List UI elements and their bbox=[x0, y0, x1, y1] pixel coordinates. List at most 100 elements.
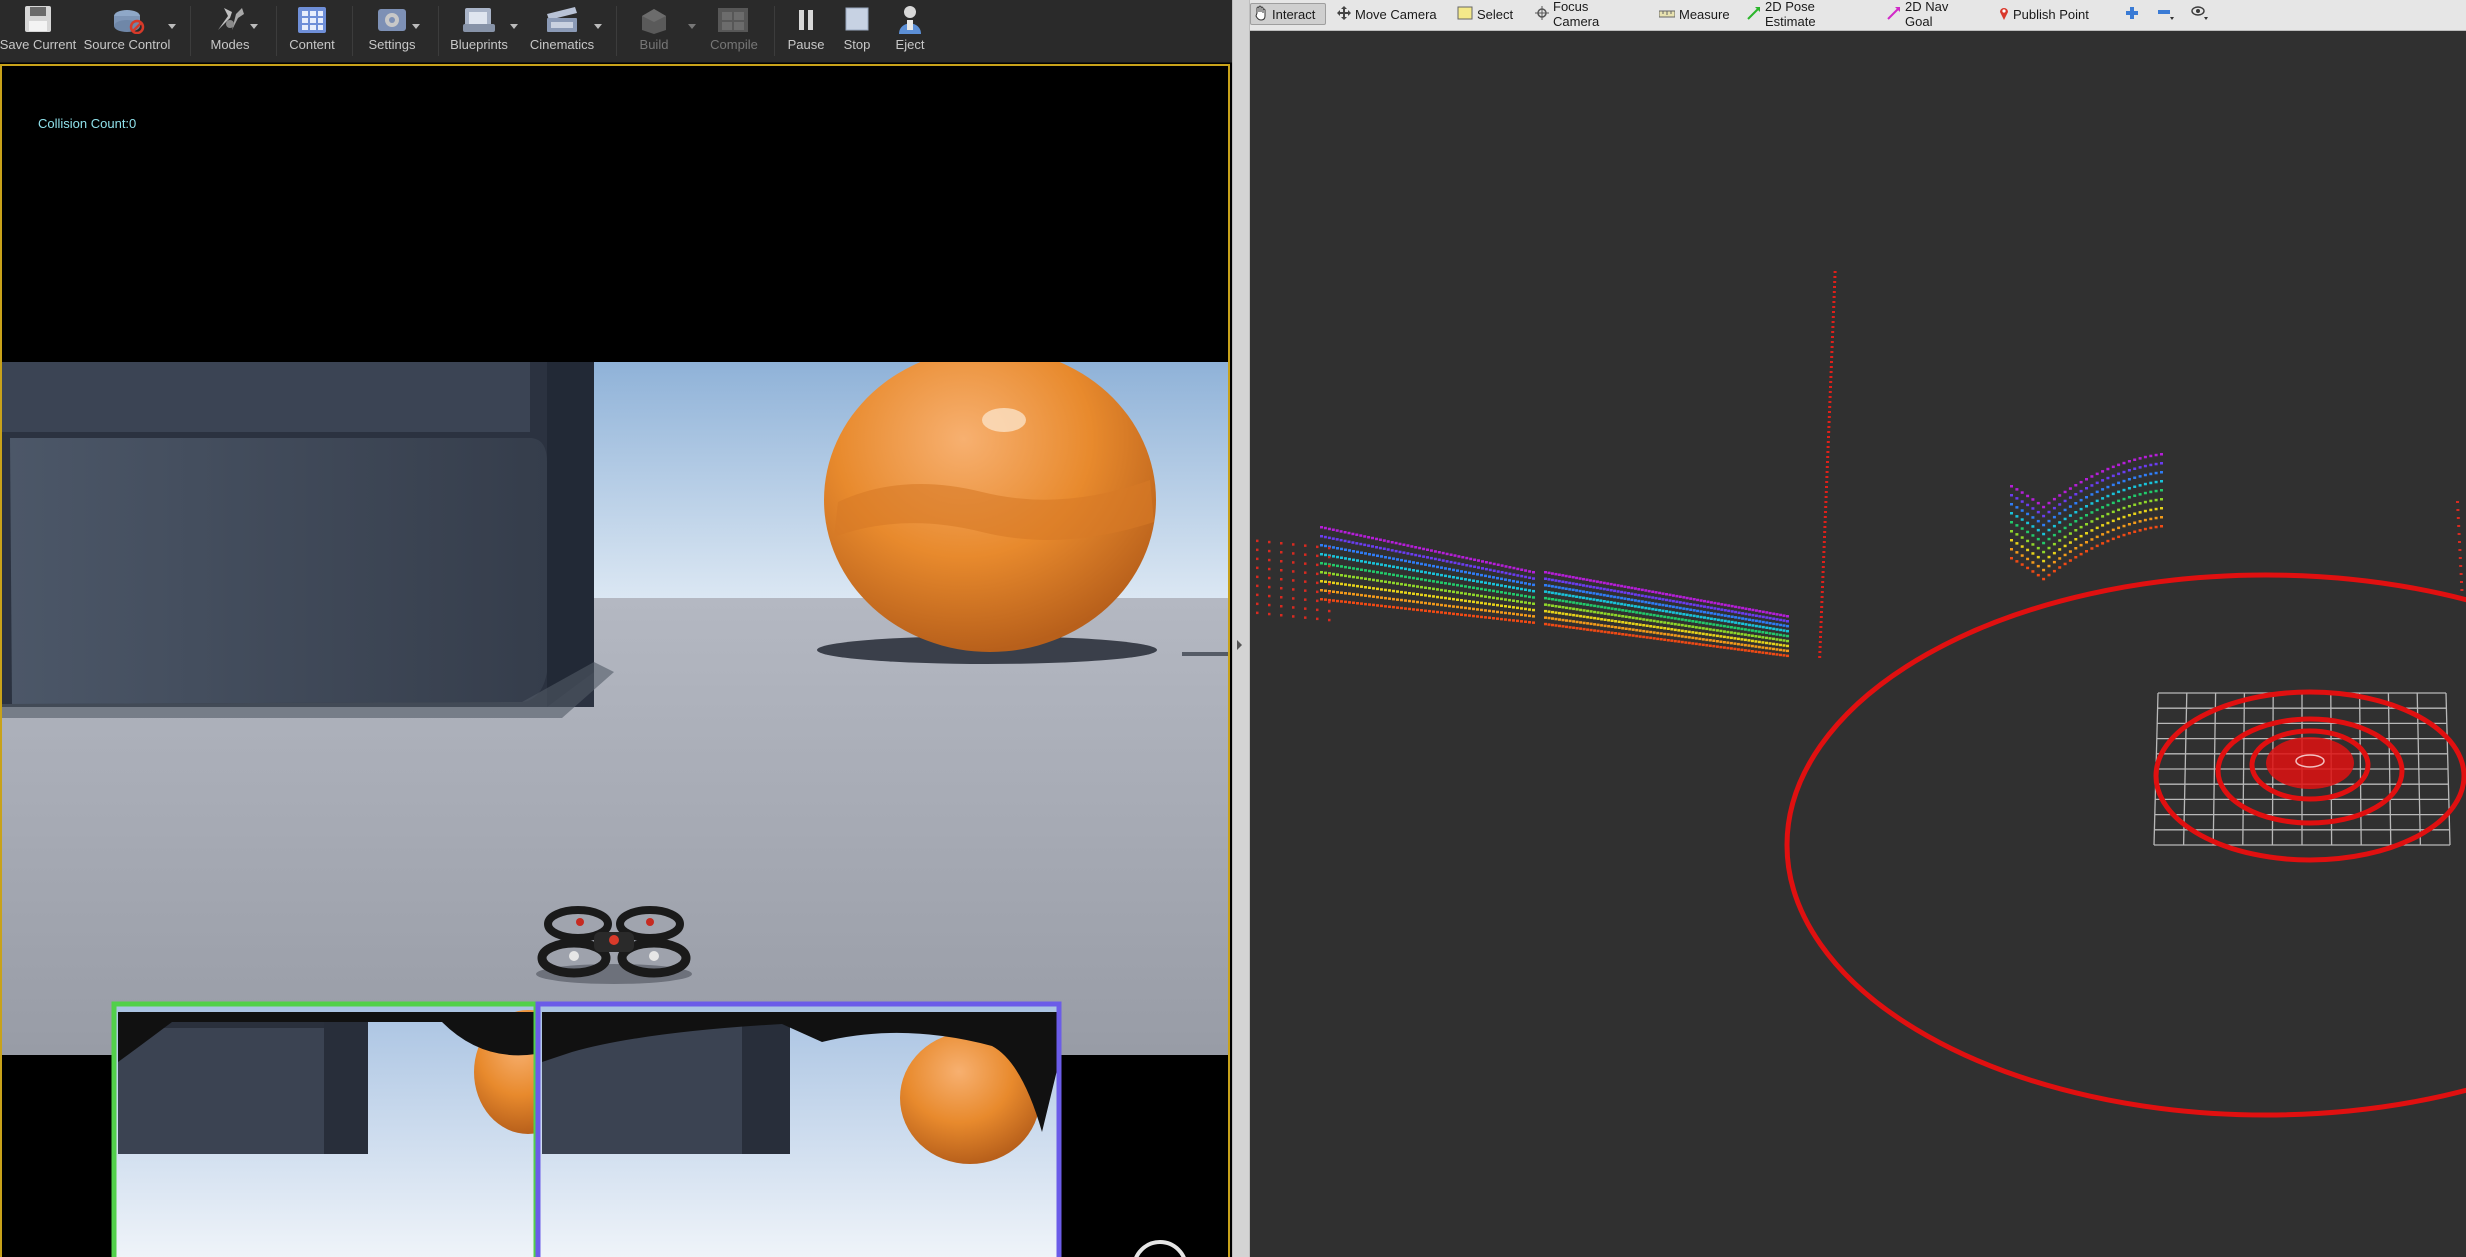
measure-tool[interactable]: Measure bbox=[1656, 3, 1732, 25]
point-cloud-point bbox=[1596, 605, 1600, 608]
point-cloud-point bbox=[1640, 600, 1644, 603]
build-dropdown-icon[interactable] bbox=[688, 24, 696, 29]
point-cloud-point bbox=[1668, 599, 1672, 602]
point-cloud-point bbox=[1658, 591, 1662, 595]
point-cloud-point bbox=[1675, 600, 1679, 603]
point-cloud-point bbox=[1708, 639, 1712, 642]
content-button[interactable]: Content bbox=[284, 0, 340, 62]
nav-goal-tool[interactable]: 2D Nav Goal bbox=[1884, 0, 1980, 29]
point-cloud-point bbox=[1280, 569, 1283, 572]
point-cloud-point bbox=[1723, 619, 1727, 623]
point-cloud-point bbox=[2111, 501, 2115, 505]
point-cloud-point bbox=[1620, 584, 1624, 588]
save-current-button[interactable]: Save Current bbox=[0, 0, 76, 62]
point-cloud-point bbox=[1404, 575, 1407, 579]
modes-button[interactable]: Modes bbox=[200, 0, 260, 62]
interact-tool[interactable]: Interact bbox=[1250, 3, 1326, 25]
point-cloud-point bbox=[1645, 636, 1649, 639]
point-cloud-point bbox=[1550, 578, 1554, 582]
point-cloud-point bbox=[1782, 619, 1786, 622]
point-cloud-point bbox=[1496, 597, 1499, 600]
blueprints-button[interactable]: Blueprints bbox=[446, 0, 512, 62]
modes-dropdown-icon[interactable] bbox=[250, 24, 258, 29]
point-cloud-point bbox=[1613, 583, 1617, 587]
point-cloud-point bbox=[1616, 602, 1620, 605]
save-icon bbox=[25, 6, 51, 32]
point-cloud-point bbox=[1754, 619, 1758, 623]
point-cloud-point bbox=[1610, 625, 1614, 628]
point-cloud-point bbox=[1733, 637, 1737, 640]
point-cloud-point bbox=[1500, 577, 1503, 581]
game-viewport[interactable]: Collision Count:0 bbox=[0, 64, 1230, 1257]
blueprints-dropdown-icon[interactable] bbox=[510, 24, 518, 29]
point-cloud-point bbox=[1268, 603, 1271, 607]
point-cloud-point bbox=[1488, 596, 1491, 599]
point-cloud-point bbox=[1786, 644, 1789, 648]
stop-button[interactable]: Stop bbox=[836, 0, 878, 62]
move-camera-tool[interactable]: Move Camera bbox=[1334, 3, 1444, 25]
pose-estimate-tool[interactable]: 2D Pose Estimate bbox=[1744, 0, 1870, 29]
point-cloud-point bbox=[1638, 611, 1642, 615]
point-cloud-point bbox=[1476, 573, 1479, 576]
simulation-scene bbox=[2, 362, 1228, 1257]
point-cloud-point bbox=[1356, 584, 1359, 588]
point-cloud-point bbox=[1684, 624, 1688, 627]
point-cloud-point bbox=[1472, 607, 1475, 611]
point-cloud-point bbox=[2047, 564, 2051, 568]
point-cloud-point bbox=[1558, 624, 1561, 628]
pause-button[interactable]: Pause bbox=[784, 0, 828, 62]
remove-tool-button[interactable] bbox=[2154, 3, 2184, 25]
point-cloud-point bbox=[1589, 604, 1593, 607]
point-cloud-point bbox=[1578, 583, 1582, 586]
point-cloud-point bbox=[1558, 618, 1561, 621]
point-cloud-point bbox=[1630, 592, 1634, 596]
source-control-button[interactable]: Source Control bbox=[82, 0, 172, 62]
focus-camera-tool[interactable]: Focus Camera bbox=[1532, 0, 1640, 29]
point-cloud-point bbox=[1355, 533, 1359, 536]
point-cloud-point bbox=[2074, 547, 2078, 550]
point-cloud-point bbox=[2026, 503, 2030, 507]
eject-button[interactable]: Eject bbox=[888, 0, 932, 62]
panel-splitter[interactable] bbox=[1232, 0, 1250, 1257]
settings-dropdown-icon[interactable] bbox=[412, 24, 420, 29]
point-cloud-point bbox=[1775, 643, 1779, 646]
settings-button[interactable]: Settings bbox=[360, 0, 424, 62]
publish-point-tool[interactable]: Publish Point bbox=[1996, 3, 2096, 25]
unreal-toolbar: Save Current Source Control Modes Conten… bbox=[0, 0, 1232, 63]
point-cloud-point bbox=[1765, 631, 1768, 634]
point-cloud-point bbox=[1677, 629, 1681, 632]
build-button[interactable]: Build bbox=[626, 0, 682, 62]
point-cloud-point bbox=[1547, 584, 1551, 587]
point-cloud-point bbox=[1685, 613, 1689, 616]
point-cloud-point bbox=[1416, 561, 1419, 565]
point-cloud-point bbox=[1500, 604, 1503, 607]
point-cloud-point bbox=[1476, 601, 1479, 604]
point-cloud-point bbox=[1392, 565, 1395, 568]
point-cloud-point bbox=[1564, 593, 1568, 597]
point-cloud-point bbox=[1449, 553, 1453, 556]
cinematics-button[interactable]: Cinematics bbox=[528, 0, 596, 62]
point-cloud-point bbox=[1554, 579, 1558, 582]
point-cloud-point bbox=[1671, 611, 1675, 614]
point-cloud-point bbox=[1496, 570, 1500, 573]
point-cloud-point bbox=[1388, 605, 1391, 608]
compile-button[interactable]: Compile bbox=[706, 0, 762, 62]
point-cloud-point bbox=[1765, 611, 1769, 614]
point-cloud-point bbox=[2058, 521, 2062, 524]
point-cloud-point bbox=[2010, 485, 2013, 488]
point-cloud-point bbox=[1347, 540, 1351, 543]
rviz-3d-view[interactable] bbox=[1250, 31, 2466, 1257]
point-cloud-point bbox=[1336, 582, 1339, 585]
camera-type-button[interactable] bbox=[2188, 3, 2218, 25]
point-cloud-point bbox=[2079, 498, 2083, 502]
splitter-arrow-icon[interactable] bbox=[1237, 640, 1242, 650]
add-tool-button[interactable] bbox=[2122, 3, 2148, 25]
point-cloud-point bbox=[2031, 516, 2035, 519]
source-control-dropdown-icon[interactable] bbox=[168, 24, 176, 29]
point-cloud-point bbox=[1638, 629, 1642, 632]
select-tool[interactable]: Select bbox=[1454, 3, 1518, 25]
point-cloud-point bbox=[2117, 481, 2121, 485]
point-cloud-point bbox=[2111, 510, 2115, 514]
point-cloud-point bbox=[2143, 491, 2147, 495]
cinematics-dropdown-icon[interactable] bbox=[594, 24, 602, 29]
